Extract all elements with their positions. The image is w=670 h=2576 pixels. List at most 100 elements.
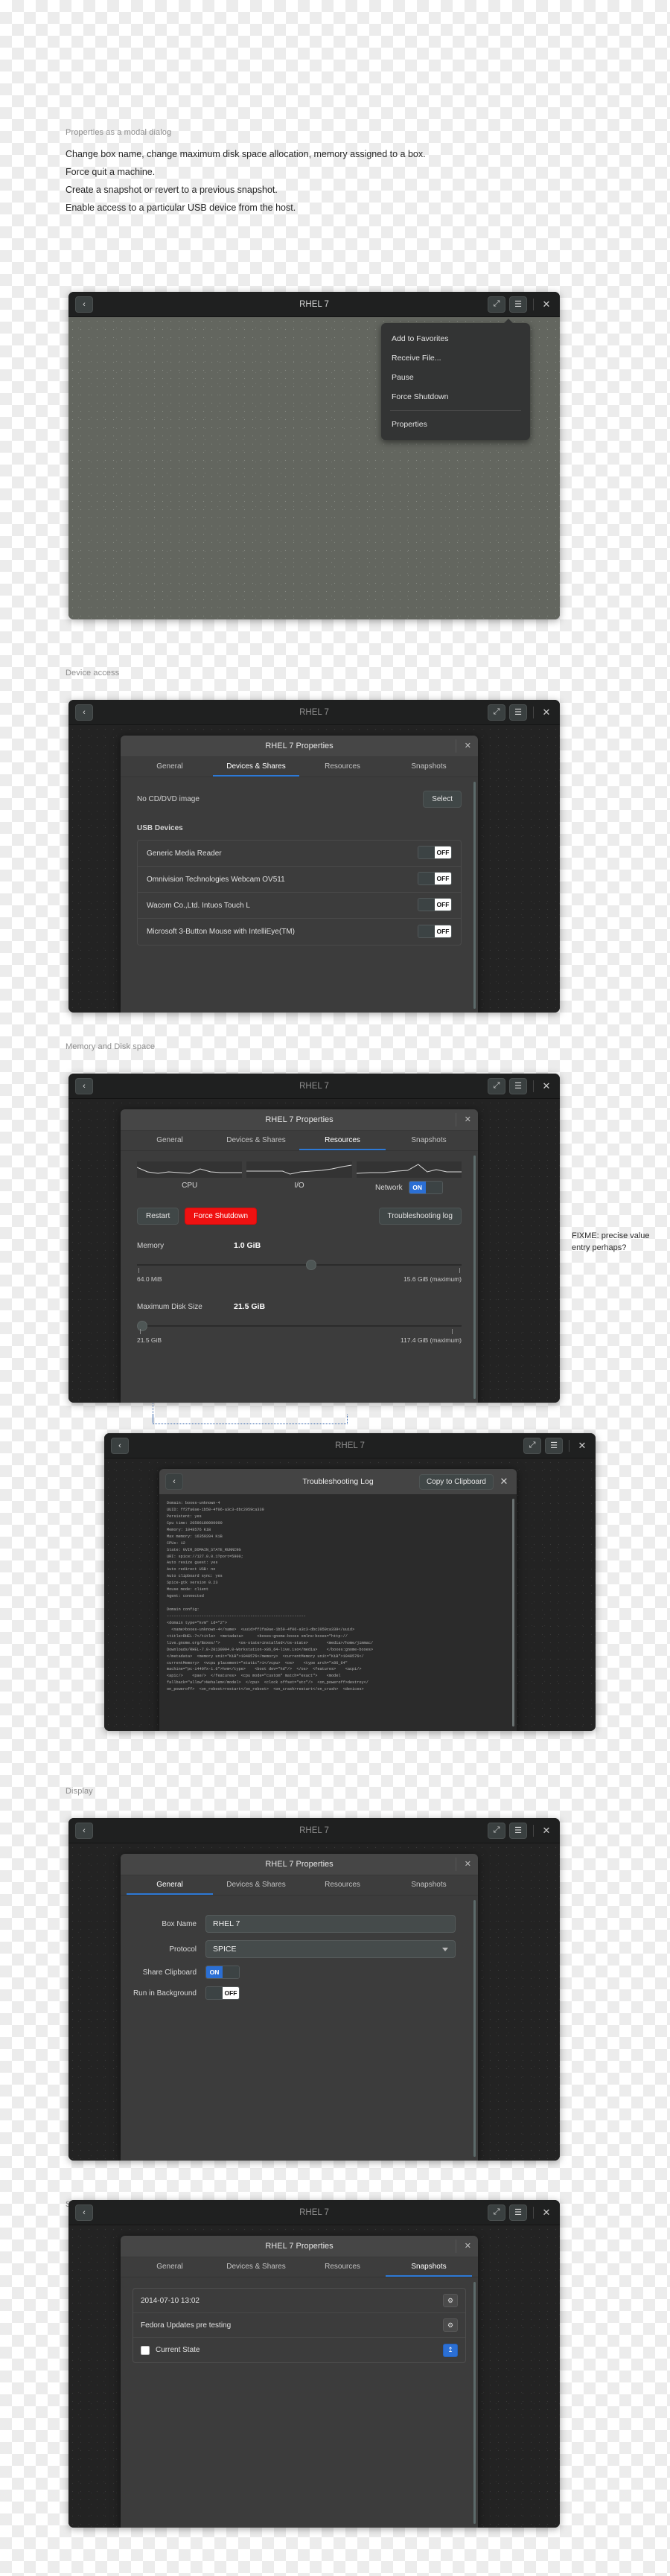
list-item[interactable]: Microsoft 3-Button Mouse with IntelliEye… [138, 919, 461, 945]
usb-device-name: Wacom Co.,Ltd. Intuos Touch L [147, 901, 250, 910]
menu-item-properties[interactable]: Properties [381, 415, 530, 434]
tab-devices-shares[interactable]: Devices & Shares [213, 1131, 299, 1150]
troubleshooting-log-button[interactable]: Troubleshooting log [378, 1208, 462, 1225]
tab-snapshots[interactable]: Snapshots [386, 2257, 472, 2277]
revert-icon[interactable]: ↥ [443, 2343, 458, 2357]
properties-close-icon[interactable]: ✕ [455, 2239, 471, 2253]
tab-general[interactable]: General [127, 757, 213, 777]
gear-icon[interactable]: ⚙ [443, 2294, 458, 2307]
tab-snapshots[interactable]: Snapshots [386, 757, 472, 777]
tab-resources[interactable]: Resources [299, 1875, 386, 1895]
window-title: RHEL 7 [335, 1441, 365, 1450]
close-icon[interactable]: ✕ [540, 1080, 553, 1092]
disk-label: Maximum Disk Size [137, 1303, 202, 1311]
tab-snapshots[interactable]: Snapshots [386, 1875, 472, 1895]
back-icon[interactable]: ‹ [75, 296, 93, 313]
snapshot-row-current[interactable]: Current State ↥ [133, 2338, 465, 2362]
tab-snapshots[interactable]: Snapshots [386, 1131, 472, 1150]
properties-close-icon[interactable]: ✕ [455, 739, 471, 753]
tab-general[interactable]: General [127, 1875, 213, 1895]
tab-resources[interactable]: Resources [299, 2257, 386, 2277]
slider-knob[interactable] [305, 1260, 316, 1270]
devices-tab-body: No CD/DVD image Select USB Devices Gener… [121, 777, 478, 1013]
tab-devices-shares[interactable]: Devices & Shares [213, 757, 299, 777]
protocol-select[interactable]: SPICE [205, 1940, 456, 1958]
copy-to-clipboard-button[interactable]: Copy to Clipboard [418, 1473, 494, 1490]
back-icon[interactable]: ‹ [75, 2204, 93, 2221]
hamburger-menu-icon[interactable]: ☰ [509, 704, 527, 721]
fullscreen-icon[interactable]: ⤢ [488, 296, 505, 313]
tab-resources[interactable]: Resources [299, 757, 386, 777]
run-background-toggle[interactable]: OFF [205, 1986, 240, 2000]
menu-item-add-to-favorites[interactable]: Add to Favorites [381, 329, 530, 348]
vertical-scrollbar[interactable] [473, 1155, 476, 1399]
list-item[interactable]: Generic Media Reader OFF [138, 841, 461, 867]
restart-button[interactable]: Restart [137, 1208, 179, 1225]
back-icon[interactable]: ‹ [111, 1437, 129, 1454]
select-button[interactable]: Select [423, 791, 462, 808]
tab-general[interactable]: General [127, 1131, 213, 1150]
intro-line-3: Create a snapshot or revert to a previou… [66, 185, 278, 195]
tab-resources[interactable]: Resources [299, 1131, 386, 1150]
hamburger-menu-icon[interactable]: ☰ [509, 1822, 527, 1839]
close-icon[interactable]: ✕ [540, 2207, 553, 2219]
close-icon[interactable]: ✕ [575, 1440, 589, 1452]
back-icon[interactable]: ‹ [75, 704, 93, 721]
usb-toggle[interactable]: OFF [418, 872, 452, 887]
log-back-icon[interactable]: ‹ [165, 1473, 183, 1490]
network-sparkline [356, 1161, 462, 1178]
force-shutdown-button[interactable]: Force Shutdown [185, 1208, 258, 1225]
hamburger-menu-icon[interactable]: ☰ [509, 296, 527, 313]
titlebar-divider [569, 1439, 570, 1452]
callout-guide-box [153, 1415, 348, 1424]
tab-devices-shares[interactable]: Devices & Shares [213, 2257, 299, 2277]
memory-slider[interactable]: 64.0 MiB 15.6 GiB (maximum) [137, 1259, 462, 1283]
log-scrollbar[interactable] [512, 1499, 514, 1727]
back-icon[interactable]: ‹ [75, 1077, 93, 1094]
fullscreen-icon[interactable]: ⤢ [488, 1822, 505, 1839]
current-state-checkbox[interactable] [141, 2345, 150, 2355]
usb-toggle[interactable]: OFF [418, 846, 452, 861]
usb-toggle-state: OFF [435, 847, 451, 858]
hamburger-menu-icon[interactable]: ☰ [509, 1077, 527, 1094]
vertical-scrollbar[interactable] [473, 1900, 476, 2157]
vertical-scrollbar[interactable] [473, 2282, 476, 2524]
gear-icon[interactable]: ⚙ [443, 2318, 458, 2332]
menu-item-pause[interactable]: Pause [381, 368, 530, 387]
disk-slider[interactable]: 21.5 GiB 117.4 GiB (maximum) [137, 1320, 462, 1344]
tab-general[interactable]: General [127, 2257, 213, 2277]
menu-item-receive-file[interactable]: Receive File... [381, 348, 530, 368]
usb-device-list: Generic Media Reader OFF Omnivision Tech… [137, 840, 462, 946]
properties-dialog-devices: RHEL 7 Properties ✕ General Devices & Sh… [121, 736, 478, 1013]
slider-tick-max [459, 1268, 460, 1273]
properties-close-icon[interactable]: ✕ [455, 1113, 471, 1126]
fullscreen-icon[interactable]: ⤢ [488, 704, 505, 721]
close-icon[interactable]: ✕ [540, 707, 553, 718]
network-toggle[interactable]: ON [408, 1181, 443, 1194]
window-title: RHEL 7 [299, 707, 329, 717]
close-icon[interactable]: ✕ [540, 1825, 553, 1837]
log-close-icon[interactable]: ✕ [497, 1476, 511, 1488]
hamburger-menu-icon[interactable]: ☰ [545, 1437, 563, 1454]
titlebar-divider [533, 1080, 534, 1092]
menu-item-force-shutdown[interactable]: Force Shutdown [381, 387, 530, 407]
slider-knob[interactable] [137, 1321, 147, 1331]
list-item[interactable]: Omnivision Technologies Webcam OV511 OFF [138, 867, 461, 893]
back-icon[interactable]: ‹ [75, 1822, 93, 1839]
fullscreen-icon[interactable]: ⤢ [488, 2204, 505, 2221]
snapshot-row[interactable]: Fedora Updates pre testing ⚙ [133, 2313, 465, 2338]
usb-toggle[interactable]: OFF [418, 924, 452, 940]
usb-toggle[interactable]: OFF [418, 898, 452, 913]
fullscreen-icon[interactable]: ⤢ [488, 1077, 505, 1094]
graph-network: Network ON [356, 1161, 462, 1194]
tab-devices-shares[interactable]: Devices & Shares [213, 1875, 299, 1895]
share-clipboard-toggle[interactable]: ON [205, 1966, 240, 1979]
close-icon[interactable]: ✕ [540, 299, 553, 310]
box-name-input[interactable]: RHEL 7 [205, 1915, 456, 1933]
snapshot-row[interactable]: 2014-07-10 13:02 ⚙ [133, 2289, 465, 2313]
fullscreen-icon[interactable]: ⤢ [523, 1437, 541, 1454]
properties-close-icon[interactable]: ✕ [455, 1858, 471, 1871]
list-item[interactable]: Wacom Co.,Ltd. Intuos Touch L OFF [138, 893, 461, 919]
hamburger-menu-icon[interactable]: ☰ [509, 2204, 527, 2221]
vertical-scrollbar[interactable] [473, 782, 476, 1009]
